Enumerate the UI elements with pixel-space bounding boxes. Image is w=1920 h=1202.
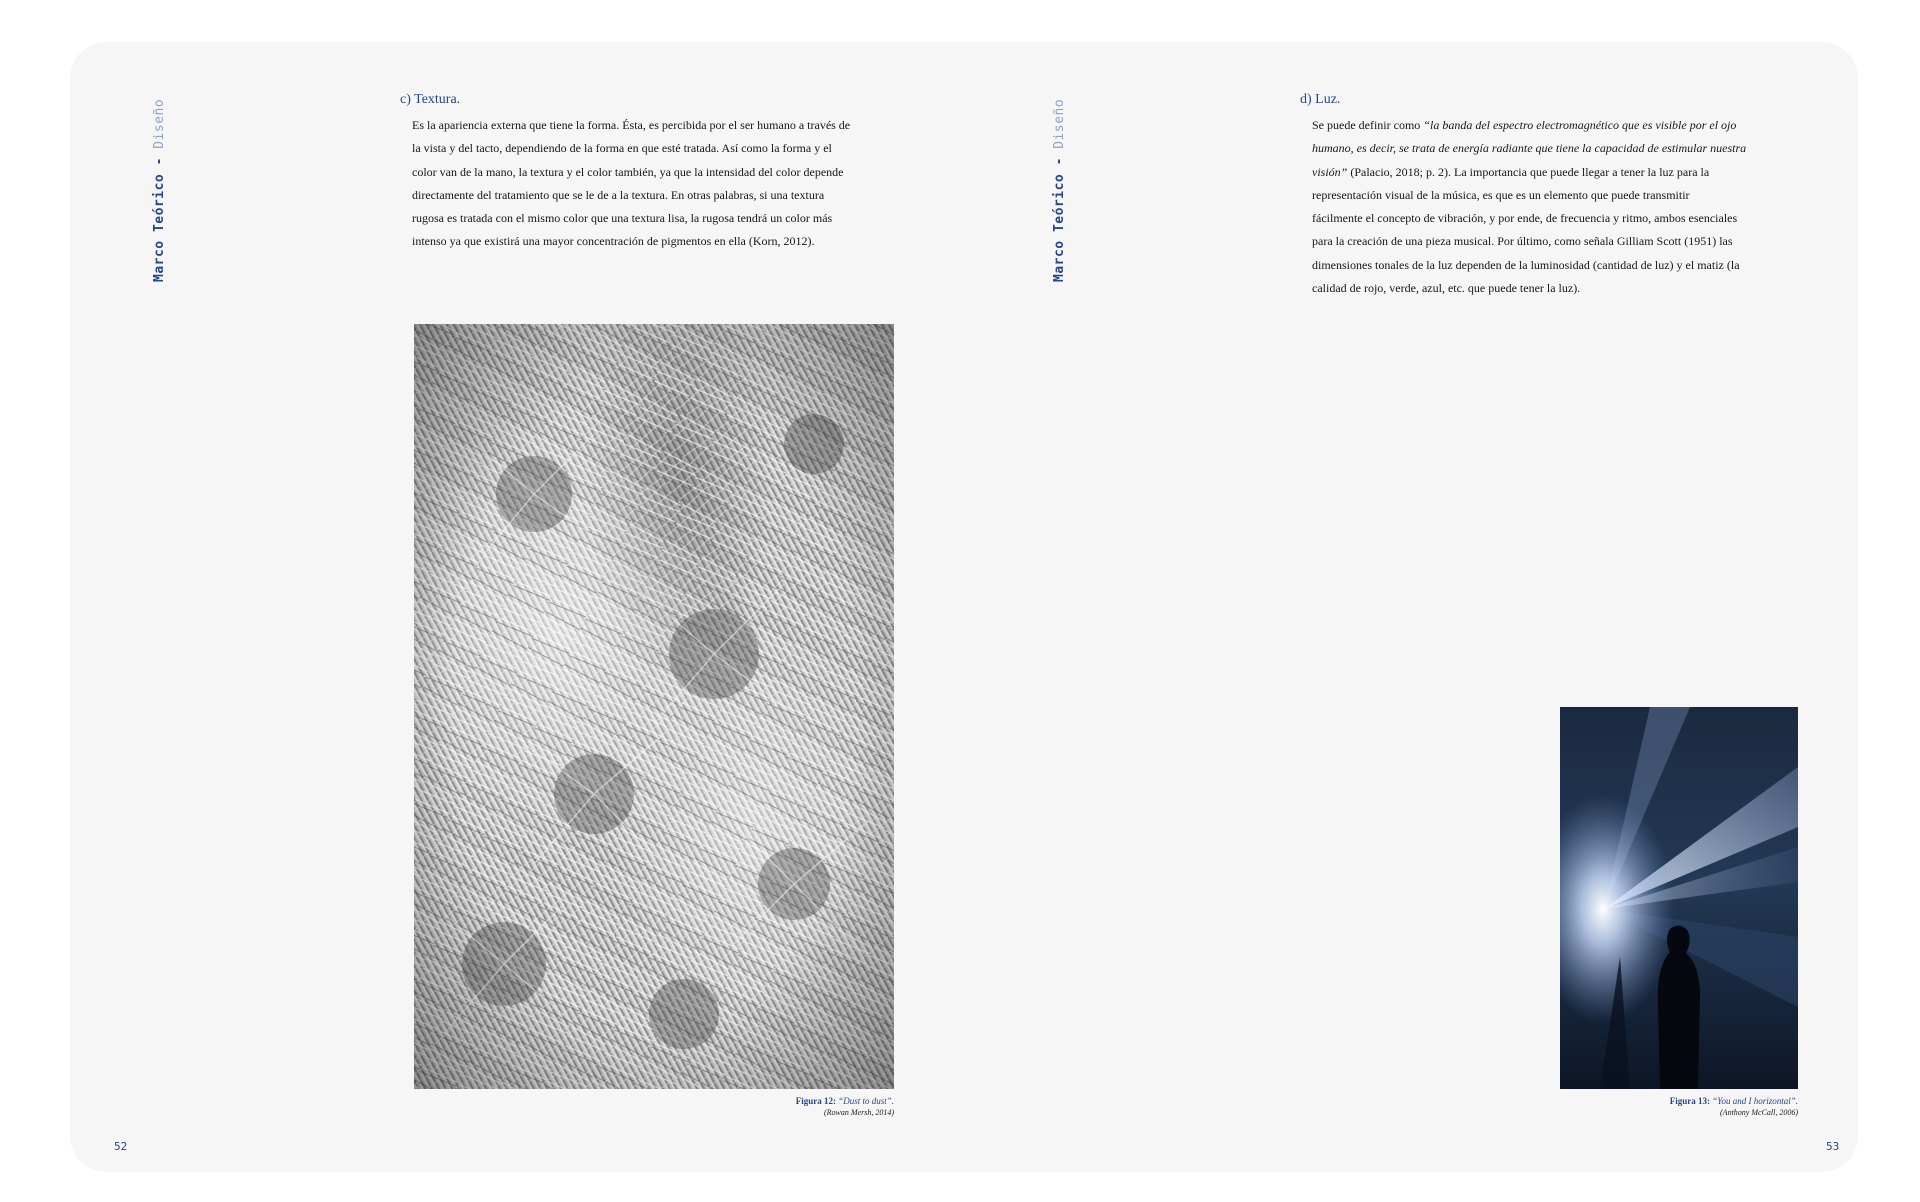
running-head-right: Marco Teórico - Diseño	[1052, 99, 1067, 282]
figure-12-caption: Figura 12: “Dust to dust”. (Rowan Mersh,…	[670, 1096, 894, 1118]
paragraph-text: (Palacio, 2018; p. 2). La importancia qu…	[1347, 164, 1710, 179]
running-head-separator: -	[152, 157, 167, 166]
paragraph-line: color van de la mano, la textura y el co…	[412, 164, 844, 179]
figure-credit: (Rowan Mersh, 2014)	[824, 1108, 894, 1117]
paragraph-line: directamente del tratamiento que se le d…	[412, 187, 825, 202]
running-head-separator: -	[1052, 157, 1067, 166]
page-number-right: 53	[1826, 1140, 1840, 1153]
running-head-section: Marco Teórico	[1052, 173, 1067, 282]
figure-13-light-image	[1560, 707, 1798, 1089]
paragraph-line: intenso ya que existirá una mayor concen…	[412, 234, 815, 249]
paragraph-line: Se puede definir como “la banda del espe…	[1312, 114, 1812, 137]
page-number-left: 52	[114, 1140, 128, 1153]
quoted-definition: “la banda del espectro electromagnético …	[1423, 118, 1737, 132]
paragraph-line: Es la apariencia externa que tiene la fo…	[412, 118, 851, 132]
light-installation-illustration	[1560, 707, 1798, 1089]
quoted-definition: visión”	[1312, 164, 1348, 179]
paragraph-line: dimensiones tonales de la luz dependen d…	[1312, 257, 1740, 272]
figure-title: “You and I horizontal”.	[1712, 1096, 1798, 1106]
running-head-section: Marco Teórico	[152, 173, 167, 282]
paragraph-line: para la creación de una pieza musical. P…	[1312, 234, 1733, 249]
running-head-subsection: Diseño	[1052, 98, 1067, 149]
paragraph-line: fácilmente el concepto de vibración, y p…	[1312, 211, 1738, 226]
paragraph-line: visión” (Palacio, 2018; p. 2). La import…	[1312, 161, 1812, 184]
running-head-subsection: Diseño	[152, 98, 167, 149]
paragraph-line: humano, es decir, se trata de energía ra…	[1312, 137, 1812, 160]
figure-label: Figura 13:	[1669, 1096, 1711, 1106]
figure-13-caption: Figura 13: “You and I horizontal”. (Anth…	[1540, 1096, 1798, 1118]
paragraph-line: representación visual de la música, es q…	[1312, 187, 1690, 202]
quoted-definition: humano, es decir, se trata de energía ra…	[1312, 141, 1747, 156]
section-heading-textura: c) Textura.	[400, 92, 461, 107]
paragraph-line: rugosa es tratada con el mismo color que…	[412, 211, 833, 226]
section-heading-luz: d) Luz.	[1300, 92, 1341, 107]
textura-paragraph: Es la apariencia externa que tiene la fo…	[412, 114, 912, 254]
luz-paragraph: Se puede definir como “la banda del espe…	[1312, 114, 1812, 300]
figure-12-texture-image	[414, 324, 894, 1089]
paragraph-line: la vista y del tacto, dependiendo de la …	[412, 141, 832, 156]
figure-credit: (Anthony McCall, 2006)	[1720, 1108, 1798, 1117]
paragraph-text: Se puede definir como	[1312, 118, 1424, 132]
running-head-left: Marco Teórico - Diseño	[152, 99, 167, 282]
paragraph-line: calidad de rojo, verde, azul, etc. que p…	[1312, 281, 1581, 296]
texture-pattern	[414, 324, 894, 1089]
figure-label: Figura 12:	[795, 1096, 836, 1106]
book-spread: Marco Teórico - Diseño c) Textura. Es la…	[70, 42, 1858, 1172]
figure-title: “Dust to dust”.	[838, 1096, 894, 1106]
